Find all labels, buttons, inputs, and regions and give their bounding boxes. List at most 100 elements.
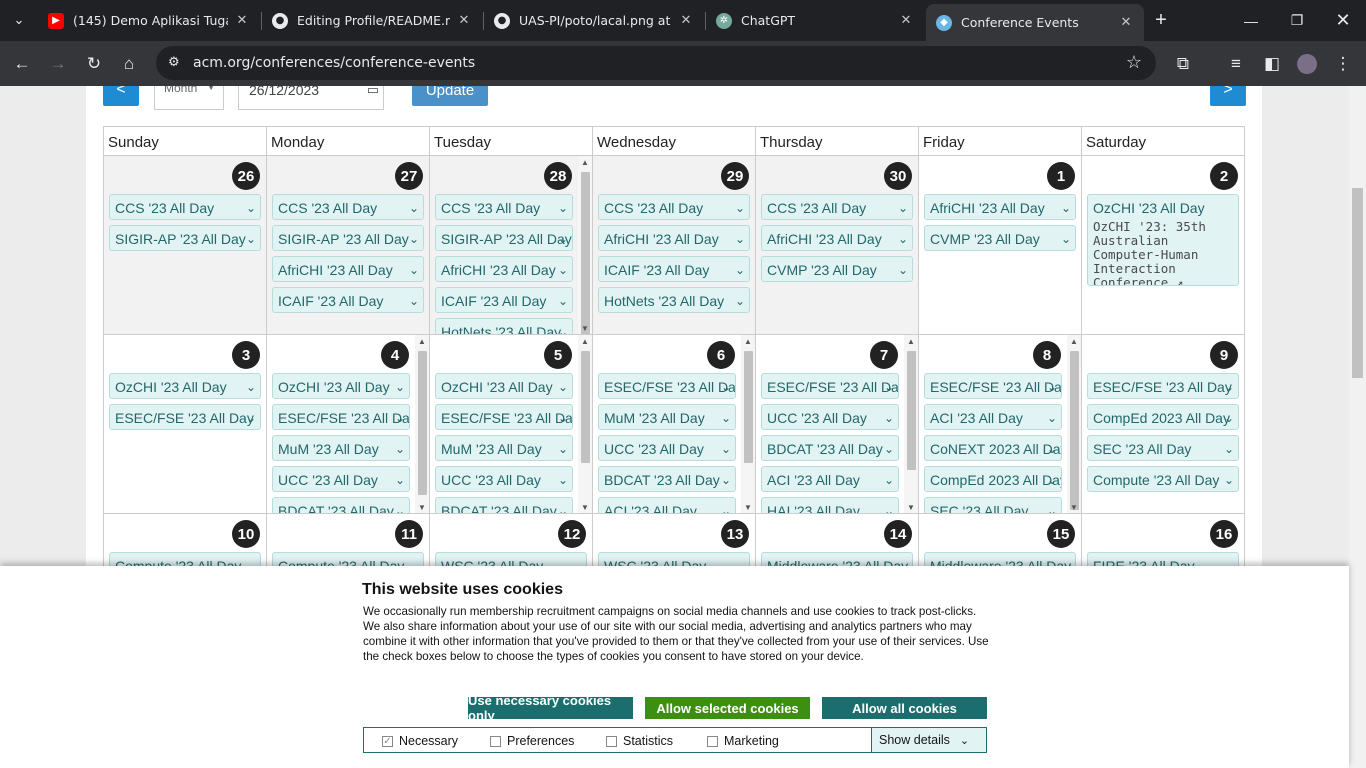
chevron-down-icon[interactable]: ⌄ xyxy=(1047,380,1057,394)
cell-scrollbar[interactable]: ▲ ▼ xyxy=(578,335,592,513)
cookie-checkbox-marketing[interactable]: Marketing xyxy=(707,734,779,748)
use-necessary-cookies-button[interactable]: Use necessary cookies only xyxy=(468,693,633,723)
prev-month-button[interactable]: < xyxy=(103,86,139,106)
cell-scrollbar-thumb[interactable] xyxy=(744,351,753,463)
event-item[interactable]: AfriCHI '23 All Day ⌄ xyxy=(761,225,913,251)
chevron-down-icon[interactable]: ⌄ xyxy=(1047,504,1057,513)
chevron-down-icon[interactable]: ⌄ xyxy=(558,442,568,456)
home-icon[interactable]: ⌂ xyxy=(114,49,144,79)
event-item[interactable]: MuM '23 All Day ⌄ xyxy=(435,435,573,461)
scroll-up-icon[interactable]: ▲ xyxy=(415,337,429,346)
event-item[interactable]: HAI '23 All Day ⌄ xyxy=(761,497,899,513)
chevron-down-icon[interactable]: ⌄ xyxy=(721,504,731,513)
checkbox-icon[interactable] xyxy=(606,735,617,747)
chevron-down-icon[interactable]: ⌄ xyxy=(884,380,894,394)
chevron-down-icon[interactable]: ⌄ xyxy=(246,232,256,246)
cell-scrollbar-thumb[interactable] xyxy=(581,172,590,334)
browser-tab[interactable]: ● UAS-PI/poto/lacal.png at main ✕ xyxy=(484,0,704,41)
event-item[interactable]: ACI '23 All Day ⌄ xyxy=(924,404,1062,430)
chevron-down-icon[interactable]: ⌄ xyxy=(246,201,256,215)
event-item[interactable]: ESEC/FSE '23 All Day ⌄ xyxy=(109,404,261,430)
cell-scrollbar[interactable]: ▲ ▼ xyxy=(741,335,755,513)
event-item[interactable]: ESEC/FSE '23 All Day ⌄ xyxy=(761,373,899,399)
scroll-down-icon[interactable]: ▼ xyxy=(578,324,592,333)
event-item[interactable]: SEC '23 All Day ⌄ xyxy=(924,497,1062,513)
cell-scrollbar-thumb[interactable] xyxy=(418,351,427,495)
scroll-up-icon[interactable]: ▲ xyxy=(741,337,755,346)
menu-kebab-icon[interactable]: ⋮ xyxy=(1328,49,1358,79)
cookie-checkbox-preferences[interactable]: Preferences xyxy=(490,734,574,748)
chevron-down-icon[interactable]: ⌄ xyxy=(735,263,745,277)
event-item[interactable]: ESEC/FSE '23 All Day ⌄ xyxy=(1087,373,1239,399)
day-cell[interactable]: 2 OzCHI '23 All Day OzCHI '23: 35th Austra… xyxy=(1081,156,1245,335)
site-info-icon[interactable]: ⚙ xyxy=(168,54,180,70)
browser-tab[interactable]: ▶ (145) Demo Aplikasi Tugas Akhir ✕ xyxy=(38,0,260,41)
chevron-down-icon[interactable]: ⌄ xyxy=(246,380,256,394)
scroll-down-icon[interactable]: ▼ xyxy=(741,503,755,512)
maximize-icon[interactable]: ❐ xyxy=(1274,0,1320,41)
chevron-down-icon[interactable]: ⌄ xyxy=(1224,411,1234,425)
event-item[interactable]: UCC '23 All Day ⌄ xyxy=(598,435,736,461)
chevron-down-icon[interactable]: ⌄ xyxy=(898,201,908,215)
update-button[interactable]: Update xyxy=(412,86,488,106)
new-tab-plus-icon[interactable]: + xyxy=(1148,7,1174,33)
profile-avatar[interactable] xyxy=(1292,49,1322,79)
event-item[interactable]: MuM '23 All Day ⌄ xyxy=(598,404,736,430)
browser-tab[interactable]: ✲ ChatGPT ✕ xyxy=(706,0,924,41)
event-item[interactable]: AfriCHI '23 All Day ⌄ xyxy=(272,256,424,282)
address-bar[interactable]: ⚙ acm.org/conferences/conference-events … xyxy=(156,46,1156,80)
event-item[interactable]: OzCHI '23 All Day ⌄ xyxy=(435,373,573,399)
event-item[interactable]: ACI '23 All Day ⌄ xyxy=(761,466,899,492)
chevron-down-icon[interactable]: ⌄ xyxy=(558,232,568,246)
scroll-down-icon[interactable]: ▼ xyxy=(904,503,918,512)
browser-tab[interactable]: ◆ Conference Events ✕ xyxy=(926,4,1144,41)
chevron-down-icon[interactable]: ⌄ xyxy=(558,380,568,394)
chevron-down-icon[interactable]: ⌄ xyxy=(884,411,894,425)
event-item[interactable]: Compute '23 All Day ⌄ xyxy=(1087,466,1239,492)
chevron-down-icon[interactable]: ⌄ xyxy=(735,201,745,215)
chevron-down-icon[interactable]: ⌄ xyxy=(721,473,731,487)
tab-close-icon[interactable]: ✕ xyxy=(678,13,694,28)
event-item[interactable]: ESEC/FSE '23 All Day ⌄ xyxy=(598,373,736,399)
tab-close-icon[interactable]: ✕ xyxy=(234,13,250,28)
chevron-down-icon[interactable]: ⌄ xyxy=(558,325,568,334)
scroll-down-icon[interactable]: ▼ xyxy=(415,503,429,512)
event-item[interactable]: ESEC/FSE '23 All Day ⌄ xyxy=(272,404,410,430)
event-item[interactable]: ESEC/FSE '23 All Day ⌄ xyxy=(924,373,1062,399)
scroll-down-icon[interactable]: ▼ xyxy=(1067,503,1081,512)
chevron-down-icon[interactable]: ⌄ xyxy=(1224,473,1234,487)
chevron-down-icon[interactable]: ⌄ xyxy=(884,442,894,456)
browser-tab[interactable]: ● Editing Profile/README.md at main ✕ xyxy=(262,0,482,41)
event-item[interactable]: OzCHI '23 All Day ⌄ xyxy=(272,373,410,399)
url-text[interactable]: acm.org/conferences/conference-events xyxy=(193,55,475,71)
reload-icon[interactable]: ↻ xyxy=(79,49,109,79)
cell-scrollbar[interactable]: ▲ ▼ xyxy=(578,156,592,334)
allow-selected-cookies-button[interactable]: Allow selected cookies xyxy=(645,697,810,719)
event-item[interactable]: CCS '23 All Day ⌄ xyxy=(598,194,750,220)
event-item[interactable]: CCS '23 All Day ⌄ xyxy=(272,194,424,220)
chevron-down-icon[interactable]: ⌄ xyxy=(558,411,568,425)
chevron-down-icon[interactable]: ⌄ xyxy=(884,473,894,487)
event-item[interactable]: OzCHI '23 All Day OzCHI '23: 35th Austral… xyxy=(1087,194,1239,286)
event-item[interactable]: MuM '23 All Day ⌄ xyxy=(272,435,410,461)
chevron-down-icon[interactable]: ⌄ xyxy=(735,232,745,246)
day-cell[interactable]: 26 CCS '23 All Day ⌄ SIGIR-AP '23 All Day ⌄ xyxy=(103,156,266,335)
cell-scrollbar[interactable]: ▲ ▼ xyxy=(1067,335,1081,513)
cookie-checkbox-necessary[interactable]: ✓ Necessary xyxy=(382,734,458,748)
chevron-down-icon[interactable]: ⌄ xyxy=(409,263,419,277)
event-item[interactable]: ACI '23 All Day ⌄ xyxy=(598,497,736,513)
day-cell[interactable]: 30 CCS '23 All Day ⌄ AfriCHI '23 All Day ⌄ CV… xyxy=(755,156,918,335)
date-input[interactable]: 26/12/2023 ▭ xyxy=(238,86,384,110)
scroll-up-icon[interactable]: ▲ xyxy=(578,158,592,167)
chevron-down-icon[interactable]: ⌄ xyxy=(1047,442,1057,456)
checkbox-icon[interactable]: ✓ xyxy=(382,735,393,747)
event-item[interactable]: SEC '23 All Day ⌄ xyxy=(1087,435,1239,461)
chevron-down-icon[interactable]: ⌄ xyxy=(898,232,908,246)
event-item[interactable]: BDCAT '23 All Day ⌄ xyxy=(761,435,899,461)
side-panel-icon[interactable]: ◧ xyxy=(1257,49,1287,79)
day-cell[interactable]: 28 CCS '23 All Day ⌄ SIGIR-AP '23 All Day ⌄ A… xyxy=(429,156,592,335)
event-item[interactable]: SIGIR-AP '23 All Day ⌄ xyxy=(272,225,424,251)
media-control-icon[interactable]: ≡ xyxy=(1221,49,1251,79)
chevron-down-icon[interactable]: ⌄ xyxy=(409,201,419,215)
chevron-down-icon[interactable]: ⌄ xyxy=(884,504,894,513)
